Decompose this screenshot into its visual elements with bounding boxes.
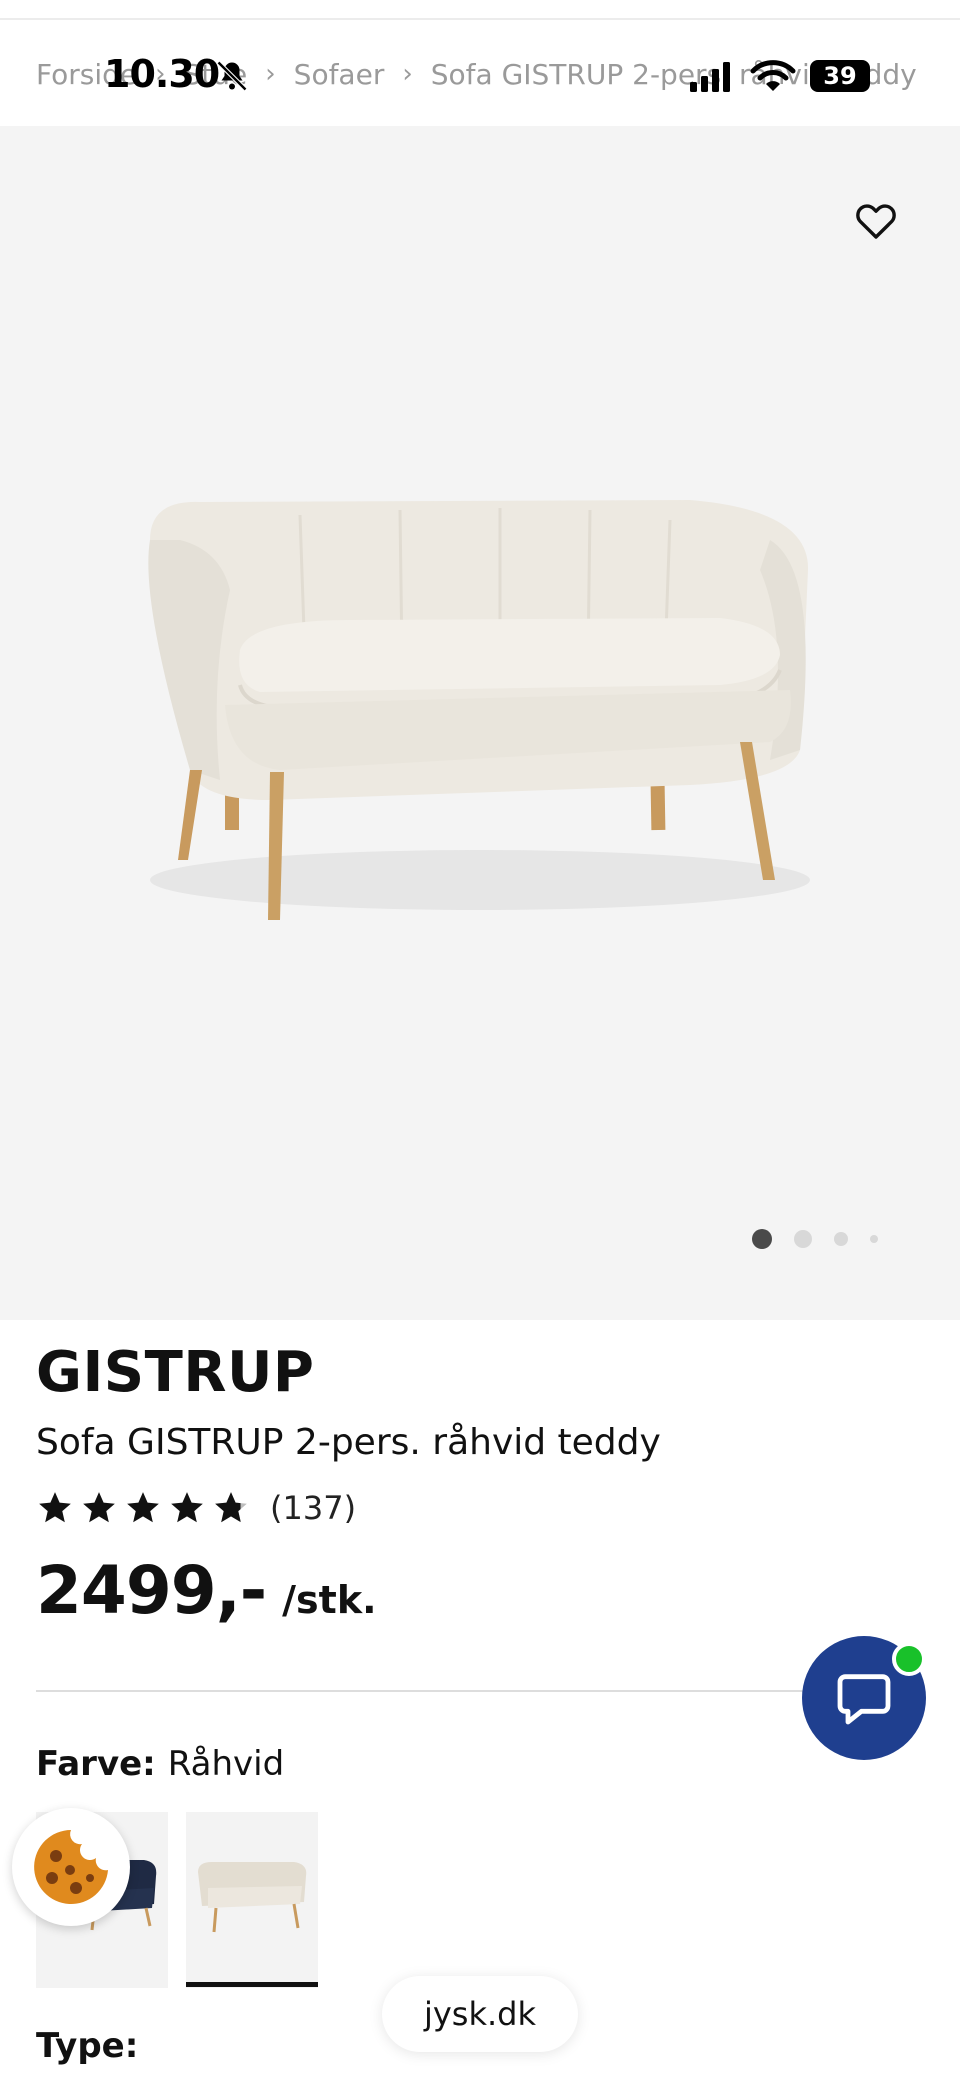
gallery-dot[interactable] <box>834 1232 848 1246</box>
product-page: Forside › Stue › Sofaer › Sofa GISTRUP 2… <box>0 0 960 2087</box>
selected-swatch-indicator <box>186 1982 318 1987</box>
gallery-pagination <box>752 1226 878 1252</box>
color-label: Farve: <box>36 1744 156 1784</box>
cookie-icon <box>34 1830 109 1904</box>
chat-bubble-icon <box>837 1674 891 1725</box>
breadcrumb-sofaer[interactable]: Sofaer <box>294 58 385 91</box>
product-brand: GISTRUP <box>36 1340 315 1405</box>
star-icon <box>171 1492 203 1523</box>
battery-level: 39 <box>823 62 857 90</box>
review-count: (137) <box>270 1489 357 1527</box>
breadcrumb-separator: › <box>265 59 276 89</box>
product-rating[interactable]: (137) <box>36 1486 356 1530</box>
wifi-icon <box>750 60 796 91</box>
product-name: Sofa GISTRUP 2-pers. råhvid teddy <box>36 1422 661 1463</box>
gallery-dot[interactable] <box>870 1235 878 1243</box>
star-partial-icon <box>215 1492 247 1523</box>
offwhite-sofa-thumbnail <box>198 1862 307 1933</box>
type-label: Type: <box>36 2026 139 2066</box>
breadcrumb-separator: › <box>402 59 413 89</box>
star-icon <box>39 1492 71 1523</box>
sofa-product-image <box>148 500 810 920</box>
top-divider <box>0 18 960 20</box>
status-time: 10.30 <box>104 52 220 96</box>
color-swatch-offwhite[interactable] <box>186 1812 318 1988</box>
star-icon <box>83 1492 115 1523</box>
chat-online-indicator <box>892 1642 926 1676</box>
heart-outline-icon[interactable] <box>852 196 900 244</box>
color-selector: Farve: Råhvid <box>36 1744 284 1784</box>
section-divider <box>36 1690 806 1692</box>
star-icon <box>127 1492 159 1523</box>
browser-url-bar[interactable]: jysk.dk <box>382 1976 578 2052</box>
color-value: Råhvid <box>167 1744 285 1784</box>
product-price: 2499,- /stk. <box>36 1552 377 1629</box>
bell-muted-icon <box>216 60 248 92</box>
url-text: jysk.dk <box>423 1995 537 2033</box>
price-value: 2499,- <box>36 1552 267 1629</box>
battery-indicator: 39 <box>810 60 870 92</box>
cellular-signal-icon <box>690 62 730 92</box>
gallery-dot-active[interactable] <box>752 1229 772 1249</box>
price-unit: /stk. <box>282 1578 377 1622</box>
cookie-consent-button[interactable] <box>12 1808 130 1926</box>
gallery-dot[interactable] <box>794 1230 812 1248</box>
